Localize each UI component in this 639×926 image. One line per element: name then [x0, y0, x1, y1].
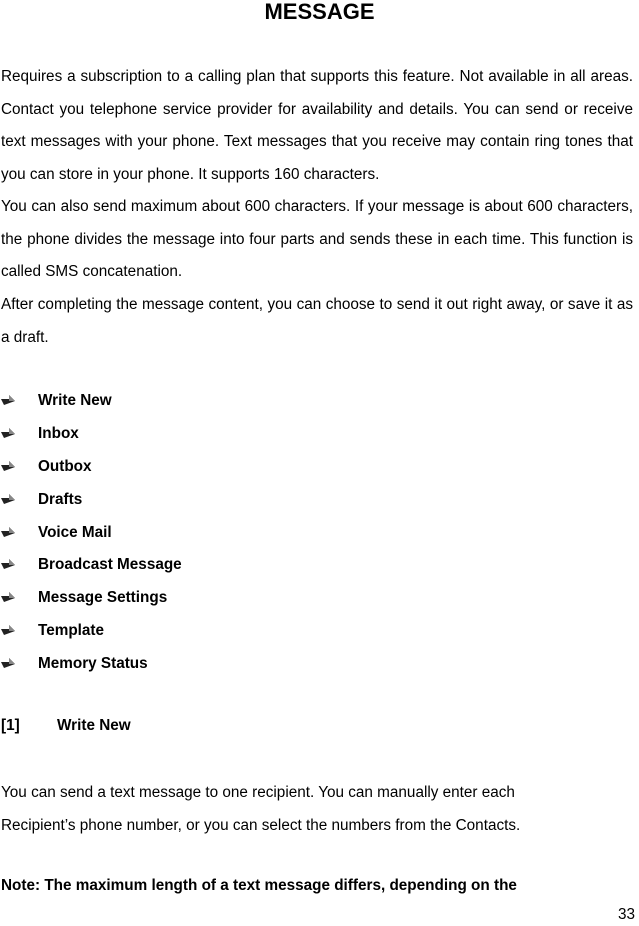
menu-item-label: Template [38, 621, 105, 639]
list-item: Template [0, 615, 182, 648]
menu-item-label: Message Settings [38, 589, 168, 607]
arrow-bullet-icon [1, 592, 15, 603]
arrow-bullet-icon [1, 526, 15, 537]
list-item: Memory Status [0, 647, 182, 680]
menu-item-label: Memory Status [38, 654, 148, 672]
list-item: Broadcast Message [0, 549, 182, 582]
arrow-bullet-icon [1, 428, 15, 439]
concatenation-paragraph: You can also send maximum about 600 char… [1, 198, 633, 281]
menu-item-label: Write New [38, 392, 112, 410]
menu-item-label: Voice Mail [38, 523, 112, 541]
arrow-bullet-icon [1, 395, 15, 406]
list-item: Inbox [0, 418, 182, 451]
menu-item-label: Broadcast Message [38, 556, 182, 574]
list-item: Voice Mail [0, 516, 182, 549]
section-body-line-1: You can send a text message to one recip… [1, 784, 515, 801]
menu-item-label: Outbox [38, 457, 92, 475]
section-title: Write New [57, 717, 131, 734]
section-number: [1] [1, 717, 20, 734]
section-body-line-2: Recipient’s phone number, or you can sel… [1, 817, 521, 834]
list-item: Outbox [0, 451, 182, 484]
page-number: 33 [617, 906, 635, 923]
arrow-bullet-icon [1, 559, 15, 570]
note-text: Note: The maximum length of a text messa… [1, 877, 517, 894]
draft-paragraph: After completing the message content, yo… [1, 296, 633, 346]
message-menu-list: Write New Inbox Outbox Drafts Voice Mail… [0, 385, 182, 680]
intro-paragraph: Requires a subscription to a calling pla… [1, 68, 633, 183]
section-heading: [1] Write New [1, 717, 131, 735]
arrow-bullet-icon [1, 657, 15, 668]
arrow-bullet-icon [1, 624, 15, 635]
page-title: MESSAGE [264, 0, 375, 24]
menu-item-label: Inbox [38, 425, 79, 443]
arrow-bullet-icon [1, 493, 15, 504]
list-item: Drafts [0, 483, 182, 516]
list-item: Message Settings [0, 582, 182, 615]
arrow-bullet-icon [1, 460, 15, 471]
menu-item-label: Drafts [38, 490, 83, 508]
list-item: Write New [0, 385, 182, 418]
